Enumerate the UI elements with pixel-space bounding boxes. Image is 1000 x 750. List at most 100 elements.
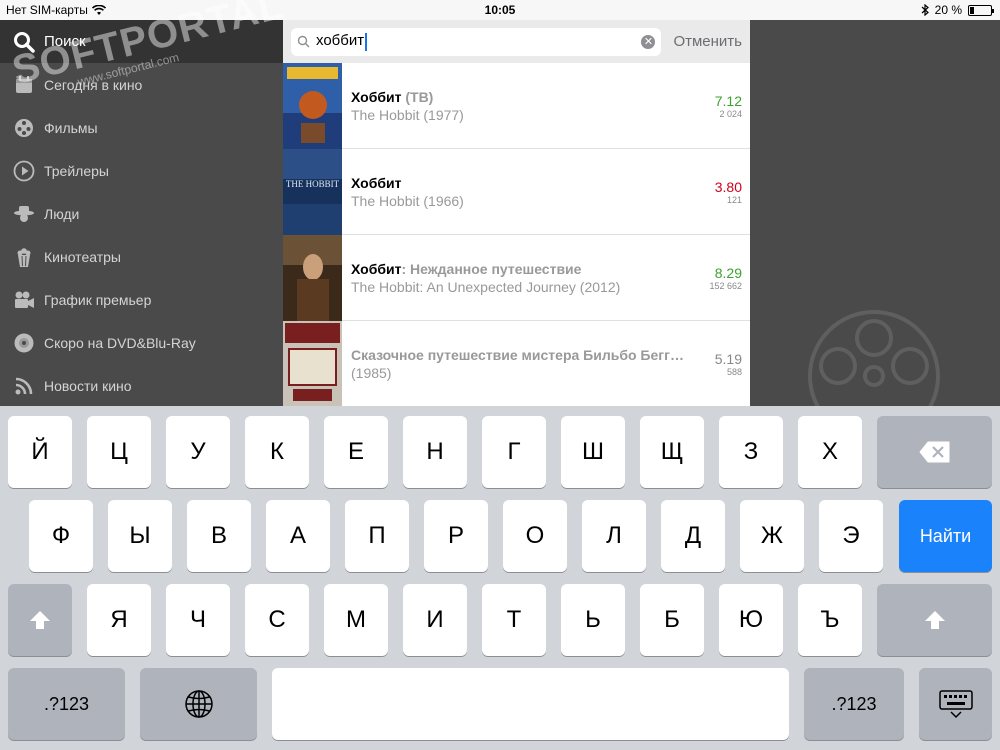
result-title-extra: : Нежданное путешествие bbox=[401, 260, 582, 277]
key[interactable]: М bbox=[324, 584, 388, 656]
key[interactable]: Й bbox=[8, 416, 72, 488]
search-query: хоббит bbox=[316, 32, 641, 50]
hide-keyboard-key[interactable] bbox=[919, 668, 992, 740]
rating-score: 7.12 bbox=[714, 93, 742, 109]
key[interactable]: П bbox=[345, 500, 409, 572]
rating-votes: 2 024 bbox=[719, 109, 742, 119]
sidebar-item-news[interactable]: Новости кино bbox=[0, 364, 283, 407]
key[interactable]: Е bbox=[324, 416, 388, 488]
numbers-key-right[interactable]: .?123 bbox=[804, 668, 904, 740]
search-bar: хоббит ✕ Отменить bbox=[283, 20, 750, 63]
search-icon bbox=[297, 35, 310, 48]
result-row[interactable]: THE HOBBIT Хоббит The Hobbit (1966) 3.80… bbox=[283, 148, 750, 235]
key[interactable]: Э bbox=[819, 500, 883, 572]
search-results-panel: хоббит ✕ Отменить Хоббит (ТВ) The Hobbit… bbox=[283, 20, 750, 407]
clear-icon[interactable]: ✕ bbox=[641, 34, 656, 49]
search-key[interactable]: Найти bbox=[899, 500, 992, 572]
sidebar-item-trailers[interactable]: Трейлеры bbox=[0, 149, 283, 192]
poster-image bbox=[283, 62, 342, 149]
space-key[interactable] bbox=[272, 668, 789, 740]
poster-image: THE HOBBIT bbox=[283, 148, 342, 235]
key[interactable]: Ф bbox=[29, 500, 93, 572]
result-title-main: Хоббит bbox=[351, 88, 402, 105]
result-rating: 3.80 121 bbox=[715, 179, 742, 205]
sidebar-item-today[interactable]: Сегодня в кино bbox=[0, 63, 283, 106]
key[interactable]: Ц bbox=[87, 416, 151, 488]
result-title-extra: (ТВ) bbox=[401, 88, 434, 105]
person-hat-icon bbox=[12, 202, 36, 226]
shift-icon bbox=[30, 611, 50, 629]
search-input[interactable]: хоббит ✕ bbox=[291, 27, 662, 56]
battery-icon bbox=[968, 4, 994, 16]
key[interactable]: Д bbox=[661, 500, 725, 572]
sidebar-item-people[interactable]: Люди bbox=[0, 192, 283, 235]
key[interactable]: В bbox=[187, 500, 251, 572]
globe-icon bbox=[184, 690, 213, 718]
cancel-button[interactable]: Отменить bbox=[673, 33, 742, 50]
result-title: Хоббит: Нежданное путешествие bbox=[351, 261, 750, 277]
rss-icon bbox=[12, 374, 36, 398]
sidebar-item-search[interactable]: Поиск bbox=[0, 20, 283, 63]
key[interactable]: Ж bbox=[740, 500, 804, 572]
key[interactable]: Н bbox=[403, 416, 467, 488]
sidebar-item-cinemas[interactable]: Кинотеатры bbox=[0, 235, 283, 278]
result-row[interactable]: Хоббит (ТВ) The Hobbit (1977) 7.12 2 024 bbox=[283, 62, 750, 149]
key[interactable]: Ы bbox=[108, 500, 172, 572]
backspace-icon bbox=[919, 441, 949, 463]
sidebar-item-dvd[interactable]: Скоро на DVD&Blu-Ray bbox=[0, 321, 283, 364]
result-subtitle: The Hobbit: An Unexpected Journey (2012) bbox=[351, 278, 621, 295]
key[interactable]: С bbox=[245, 584, 309, 656]
result-subtitle: The Hobbit (1977) bbox=[351, 106, 464, 123]
key[interactable]: Ъ bbox=[798, 584, 862, 656]
key[interactable]: Р bbox=[424, 500, 488, 572]
result-info: Сказочное путешествие мистера Бильбо Бег… bbox=[351, 347, 750, 381]
sidebar-item-label: График премьер bbox=[44, 291, 152, 308]
sidebar-item-label: Люди bbox=[44, 205, 80, 222]
key[interactable]: Л bbox=[582, 500, 646, 572]
key[interactable]: Х bbox=[798, 416, 862, 488]
sidebar: Поиск Сегодня в кино Фильмы Трейлеры Люд… bbox=[0, 0, 289, 407]
sidebar-item-label: Кинотеатры bbox=[44, 248, 121, 265]
numbers-key-left[interactable]: .?123 bbox=[8, 668, 125, 740]
key[interactable]: Т bbox=[482, 584, 546, 656]
sidebar-item-label: Новости кино bbox=[44, 377, 132, 394]
key[interactable]: Ш bbox=[561, 416, 625, 488]
key[interactable]: Г bbox=[482, 416, 546, 488]
battery-percent: 20 % bbox=[934, 3, 962, 17]
key[interactable]: З bbox=[719, 416, 783, 488]
result-rating: 8.29 152 662 bbox=[709, 265, 742, 291]
key[interactable]: Ч bbox=[166, 584, 230, 656]
key[interactable]: О bbox=[503, 500, 567, 572]
svg-text:THE HOBBIT: THE HOBBIT bbox=[286, 179, 340, 189]
sidebar-search-label: Поиск bbox=[44, 33, 86, 50]
sidebar-item-films[interactable]: Фильмы bbox=[0, 106, 283, 149]
key[interactable]: У bbox=[166, 416, 230, 488]
poster-image bbox=[283, 320, 342, 407]
status-right: 20 % bbox=[921, 3, 994, 17]
result-row[interactable]: Сказочное путешествие мистера Бильбо Бег… bbox=[283, 320, 750, 407]
backspace-key[interactable] bbox=[877, 416, 992, 488]
shift-key-right[interactable] bbox=[877, 584, 992, 656]
shift-key-left[interactable] bbox=[8, 584, 72, 656]
result-info: Хоббит (ТВ) The Hobbit (1977) bbox=[351, 89, 750, 123]
rating-score: 8.29 bbox=[714, 265, 742, 281]
key[interactable]: К bbox=[245, 416, 309, 488]
key[interactable]: Ю bbox=[719, 584, 783, 656]
key[interactable]: Щ bbox=[640, 416, 704, 488]
globe-key[interactable] bbox=[140, 668, 257, 740]
camera-icon bbox=[12, 288, 36, 312]
result-info: Хоббит: Нежданное путешествие The Hobbit… bbox=[351, 261, 750, 295]
result-info: Хоббит The Hobbit (1966) bbox=[351, 175, 750, 209]
rating-score: 5.19 bbox=[714, 351, 742, 367]
bluetooth-icon bbox=[921, 4, 929, 16]
key[interactable]: А bbox=[266, 500, 330, 572]
key[interactable]: Ь bbox=[561, 584, 625, 656]
result-title-main: Хоббит bbox=[351, 260, 402, 277]
key[interactable]: И bbox=[403, 584, 467, 656]
rating-score: 3.80 bbox=[714, 179, 742, 195]
result-title: Хоббит (ТВ) bbox=[351, 89, 750, 105]
sidebar-item-premieres[interactable]: График премьер bbox=[0, 278, 283, 321]
key[interactable]: Б bbox=[640, 584, 704, 656]
key[interactable]: Я bbox=[87, 584, 151, 656]
result-row[interactable]: Хоббит: Нежданное путешествие The Hobbit… bbox=[283, 234, 750, 321]
